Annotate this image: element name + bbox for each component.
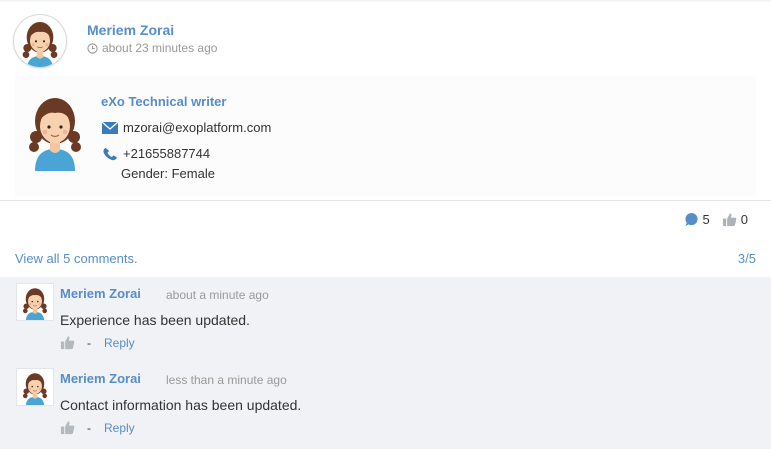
comment-avatar[interactable] (16, 368, 54, 406)
activity-counters: 5 0 (672, 212, 748, 227)
comment-time: less than a minute ago (166, 373, 287, 387)
comment-counter[interactable]: 5 (684, 212, 710, 227)
comments-pager: 3/5 (737, 251, 756, 266)
comment-icon (684, 212, 698, 227)
comment-text: Experience has been updated. (60, 312, 250, 328)
comment-avatar[interactable] (16, 283, 54, 321)
comment-author[interactable]: Meriem Zorai (60, 286, 141, 301)
thumbs-up-icon[interactable] (60, 335, 75, 350)
comment-count: 5 (702, 212, 710, 227)
thumbs-up-icon[interactable] (60, 420, 75, 435)
comment-item: Meriem Zorai less than a minute ago Cont… (0, 362, 771, 447)
divider (0, 200, 771, 201)
comment-author[interactable]: Meriem Zorai (60, 371, 141, 386)
top-shadow (0, 0, 771, 3)
profile-email-row: mzorai@exoplatform.com (101, 120, 271, 135)
profile-phone-row: +21655887744 (101, 146, 210, 161)
profile-phone: +21655887744 (123, 146, 211, 161)
profile-card: eXo Technical writer mzorai@exoplatform.… (15, 76, 756, 196)
author-avatar[interactable] (13, 14, 67, 68)
comment-item: Meriem Zorai about a minute ago Experien… (0, 277, 771, 362)
activity-author-name[interactable]: Meriem Zorai (87, 22, 174, 38)
reply-link[interactable]: Reply (104, 421, 135, 435)
comment-text: Contact information has been updated. (60, 397, 302, 413)
profile-title[interactable]: eXo Technical writer (101, 94, 226, 109)
activity-timestamp: about 23 minutes ago (87, 41, 217, 55)
phone-icon (103, 147, 117, 160)
comment-actions: - Reply (60, 420, 135, 435)
envelope-icon (101, 121, 119, 134)
profile-email: mzorai@exoplatform.com (123, 120, 272, 135)
thumbs-up-icon (722, 213, 737, 227)
action-separator: - (87, 335, 91, 350)
comments-list: Meriem Zorai about a minute ago Experien… (0, 277, 771, 449)
comment-time: about a minute ago (166, 288, 269, 302)
clock-icon (87, 42, 98, 54)
reply-link[interactable]: Reply (104, 336, 135, 350)
comment-actions: - Reply (60, 335, 135, 350)
action-separator: - (87, 420, 91, 435)
like-count: 0 (740, 212, 748, 227)
profile-gender: Gender: Female (121, 166, 215, 181)
like-counter[interactable]: 0 (722, 212, 748, 227)
profile-avatar (25, 86, 85, 171)
activity-time-text: about 23 minutes ago (102, 41, 218, 55)
view-all-comments-link[interactable]: View all 5 comments. (15, 251, 138, 266)
